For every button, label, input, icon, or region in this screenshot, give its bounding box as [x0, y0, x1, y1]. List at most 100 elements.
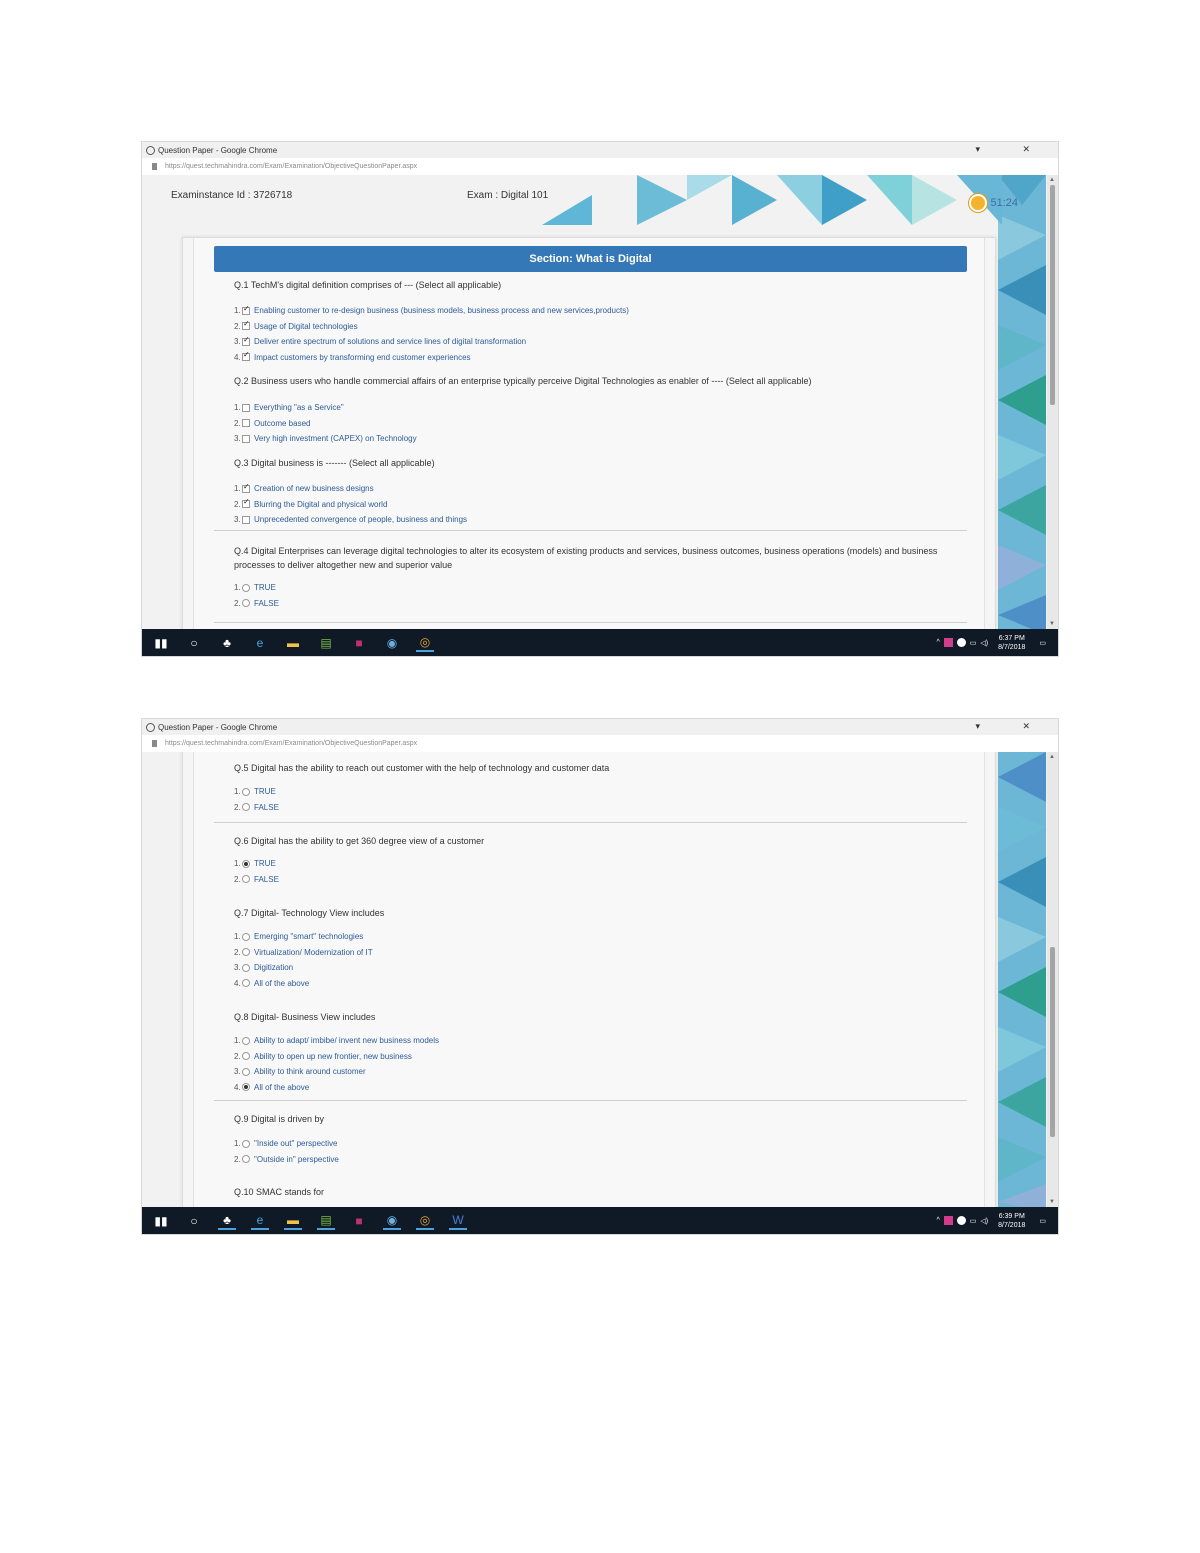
checkbox[interactable]	[242, 350, 250, 362]
option[interactable]: 1. Everything "as a Service"	[234, 400, 417, 416]
radio-button[interactable]	[242, 1036, 250, 1045]
option-label[interactable]: Ability to open up new frontier, new bus…	[254, 1052, 412, 1061]
option-label[interactable]: Ability to adapt/ imbibe/ invent new bus…	[254, 1036, 439, 1045]
address-bar[interactable]: https://quest.techmahindra.com/Exam/Exam…	[142, 158, 1058, 176]
option[interactable]: 3. Unprecedented convergence of people, b…	[234, 512, 467, 528]
option-label[interactable]: Enabling customer to re-design business …	[254, 306, 629, 315]
radio-button[interactable]	[242, 599, 250, 608]
option[interactable]: 2. Blurring the Digital and physical worl…	[234, 497, 467, 513]
radio-button[interactable]	[242, 1083, 250, 1092]
notepad-icon[interactable]: ▤	[317, 635, 335, 651]
option-label[interactable]: Outcome based	[254, 419, 310, 428]
media-app-icon[interactable]: ■	[350, 635, 368, 651]
option-label[interactable]: Impact customers by transforming end cus…	[254, 353, 471, 362]
cortana-search-icon[interactable]: ○	[185, 635, 203, 651]
option[interactable]: 1. Emerging "smart" technologies	[234, 929, 373, 945]
scroll-up-arrow-icon[interactable]: ▲	[1049, 177, 1055, 183]
word-icon[interactable]: W	[449, 1212, 467, 1230]
tray-expand-icon[interactable]: ^	[936, 1217, 939, 1224]
radio-button[interactable]	[242, 1155, 250, 1164]
option[interactable]: 2. Usage of Digital technologies	[234, 319, 629, 335]
option[interactable]: 3. Ability to think around customer	[234, 1064, 439, 1080]
option[interactable]: 2. "Outside in" perspective	[234, 1152, 339, 1168]
option[interactable]: 3. Deliver entire spectrum of solutions a…	[234, 334, 629, 350]
volume-icon[interactable]: ◁)	[980, 1217, 988, 1225]
radio-button[interactable]	[242, 1052, 250, 1061]
cortana-search-icon[interactable]: ○	[185, 1213, 203, 1229]
option-label[interactable]: "Outside in" perspective	[254, 1155, 339, 1164]
radio-button[interactable]	[242, 875, 250, 884]
checkbox[interactable]	[242, 335, 250, 346]
globe-app-icon[interactable]: ◉	[383, 635, 401, 651]
address-bar[interactable]: https://quest.techmahindra.com/Exam/Exam…	[142, 735, 1058, 753]
scroll-up-arrow-icon[interactable]: ▲	[1049, 754, 1055, 760]
radio-button[interactable]	[242, 1139, 250, 1148]
option-label[interactable]: TRUE	[254, 859, 276, 868]
option[interactable]: 4. All of the above	[234, 1080, 439, 1096]
radio-button[interactable]	[242, 787, 250, 796]
checkbox[interactable]	[242, 403, 250, 412]
checkbox[interactable]	[242, 304, 250, 315]
chrome-icon[interactable]: ◎	[416, 634, 434, 652]
window-controls[interactable]: ▾ ✕	[975, 144, 1050, 155]
option[interactable]: 1. Enabling customer to re-design busines…	[234, 303, 629, 319]
window-controls[interactable]: ▾ ✕	[975, 721, 1050, 732]
option[interactable]: 2. FALSE	[234, 596, 279, 612]
radio-button[interactable]	[242, 1067, 250, 1076]
taskbar-clock[interactable]: 6:37 PM 8/7/2018	[998, 634, 1025, 652]
option-label[interactable]: FALSE	[254, 875, 279, 884]
windows-start-icon[interactable]: ▮▮	[152, 1213, 170, 1229]
option-label[interactable]: "Inside out" perspective	[254, 1139, 338, 1148]
checkbox[interactable]	[242, 434, 250, 443]
option[interactable]: 2. Virtualization/ Modernization of IT	[234, 945, 373, 961]
radio-button[interactable]	[242, 803, 250, 812]
checkbox[interactable]	[242, 497, 250, 509]
volume-icon[interactable]: ◁)	[980, 639, 988, 647]
radio-button[interactable]	[242, 948, 250, 957]
scroll-down-arrow-icon[interactable]: ▼	[1049, 1199, 1055, 1205]
option[interactable]: 1. "Inside out" perspective	[234, 1136, 339, 1152]
file-explorer-icon[interactable]: ▬	[284, 1212, 302, 1230]
file-manager-icon[interactable]: ♣	[218, 635, 236, 651]
option-label[interactable]: Creation of new business designs	[254, 484, 374, 493]
media-app-icon[interactable]: ■	[350, 1213, 368, 1229]
option[interactable]: 1. TRUE	[234, 856, 279, 872]
checkbox[interactable]	[242, 515, 250, 524]
option-label[interactable]: Digitization	[254, 963, 293, 972]
file-manager-icon[interactable]: ♣	[218, 1212, 236, 1230]
option[interactable]: 1. Ability to adapt/ imbibe/ invent new b…	[234, 1033, 439, 1049]
tray-app-icon[interactable]	[943, 1216, 953, 1225]
windows-start-icon[interactable]: ▮▮	[152, 635, 170, 651]
option-label[interactable]: Virtualization/ Modernization of IT	[254, 948, 373, 957]
option-label[interactable]: Everything "as a Service"	[254, 403, 344, 412]
radio-button[interactable]	[242, 963, 250, 972]
option-label[interactable]: Deliver entire spectrum of solutions and…	[254, 337, 526, 346]
file-explorer-icon[interactable]: ▬	[284, 635, 302, 651]
scrollbar-thumb[interactable]	[1050, 185, 1055, 405]
option[interactable]: 2. FALSE	[234, 800, 279, 816]
battery-icon[interactable]: ▭	[970, 639, 977, 647]
url-text[interactable]: https://quest.techmahindra.com/Exam/Exam…	[165, 163, 417, 170]
option-label[interactable]: Ability to think around customer	[254, 1067, 366, 1076]
page-scrollbar[interactable]: ▲ ▼	[1047, 175, 1058, 629]
option[interactable]: 2. Ability to open up new frontier, new b…	[234, 1049, 439, 1065]
chrome-icon[interactable]: ◎	[416, 1212, 434, 1230]
option-label[interactable]: Very high investment (CAPEX) on Technolo…	[254, 434, 417, 443]
option-label[interactable]: All of the above	[254, 1083, 309, 1092]
option-label[interactable]: TRUE	[254, 787, 276, 796]
url-text[interactable]: https://quest.techmahindra.com/Exam/Exam…	[165, 740, 417, 747]
radio-button[interactable]	[242, 583, 250, 592]
option-label[interactable]: FALSE	[254, 599, 279, 608]
tray-app-icon[interactable]	[943, 638, 953, 647]
option[interactable]: 2. Outcome based	[234, 416, 417, 432]
option[interactable]: 1. Creation of new business designs	[234, 481, 467, 497]
option[interactable]: 3. Digitization	[234, 960, 373, 976]
notepad-icon[interactable]: ▤	[317, 1212, 335, 1230]
action-center-icon[interactable]: ▭	[1039, 639, 1046, 647]
checkbox[interactable]	[242, 319, 250, 331]
option-label[interactable]: TRUE	[254, 583, 276, 592]
network-icon[interactable]	[956, 638, 966, 647]
radio-button[interactable]	[242, 859, 250, 868]
action-center-icon[interactable]: ▭	[1039, 1217, 1046, 1225]
scrollbar-thumb[interactable]	[1050, 947, 1055, 1137]
